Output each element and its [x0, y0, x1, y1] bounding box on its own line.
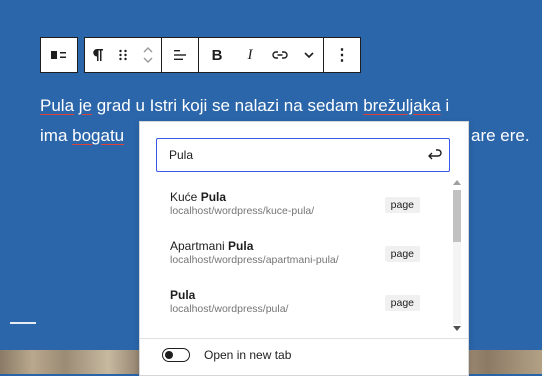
result-type-badge: page [384, 295, 420, 311]
popover-divider [140, 338, 468, 339]
result-title: Apartmani Pula [170, 239, 253, 253]
search-result[interactable]: Kuće Pula localhost/wordpress/kuce-pula/… [140, 190, 450, 234]
link-button[interactable] [265, 38, 295, 72]
link-popover: Kuće Pula localhost/wordpress/kuce-pula/… [139, 121, 469, 376]
result-url: localhost/wordpress/pula/ [170, 303, 289, 315]
search-results: Kuće Pula localhost/wordpress/kuce-pula/… [140, 180, 450, 332]
scroll-down-icon[interactable] [453, 326, 461, 331]
submit-button[interactable] [419, 148, 449, 162]
move-updown-icon [143, 47, 153, 63]
paragraph-line-1: Pula je grad u Istri koji se nalazi na s… [40, 91, 540, 121]
more-formats-button[interactable] [295, 38, 323, 72]
formatting-group: B I ⋮ [84, 37, 361, 73]
text-run: ima [40, 126, 73, 145]
result-url: localhost/wordpress/kuce-pula/ [170, 205, 315, 217]
result-url: localhost/wordpress/apartmani-pula/ [170, 254, 339, 266]
result-type-badge: page [384, 246, 420, 262]
spell-word: Pula [40, 96, 75, 115]
text-run: i [440, 96, 450, 115]
new-tab-toggle[interactable] [162, 348, 190, 362]
block-switcher-group [40, 37, 78, 73]
enter-icon [428, 149, 442, 160]
new-tab-label: Open in new tab [204, 348, 292, 362]
spell-word: brežuljaka [363, 96, 441, 115]
link-search-field [156, 138, 450, 172]
new-tab-setting: Open in new tab [162, 348, 291, 362]
link-icon [272, 51, 288, 59]
block-toolbar: B I ⋮ [40, 37, 361, 73]
block-type-button[interactable] [41, 38, 77, 72]
drag-handle[interactable] [111, 38, 135, 72]
move-up-down-button[interactable] [135, 38, 161, 72]
result-type-badge: page [384, 197, 420, 213]
scroll-thumb[interactable] [453, 190, 461, 242]
results-scrollbar[interactable] [451, 180, 463, 332]
result-title-prefix: Kuće [170, 190, 201, 204]
link-search-input[interactable] [157, 139, 419, 171]
paragraph-icon [93, 49, 103, 61]
toggle-knob [165, 351, 173, 359]
align-left-icon [51, 51, 66, 59]
text-align-icon [174, 50, 186, 60]
spell-word: je [78, 96, 92, 115]
result-title-prefix: Apartmani [170, 239, 229, 253]
more-options-button[interactable]: ⋮ [324, 38, 360, 72]
bold-button[interactable]: B [199, 38, 235, 72]
result-title: Kuće Pula [170, 190, 226, 204]
scroll-up-icon[interactable] [453, 180, 461, 185]
text-align-button[interactable] [162, 38, 198, 72]
drag-handle-icon [119, 49, 127, 61]
result-title-match: Pula [170, 288, 196, 302]
result-title: Pula [170, 288, 195, 302]
italic-button[interactable]: I [235, 38, 265, 72]
separator-line [10, 322, 36, 324]
text-run-end: are ere. [471, 126, 530, 145]
result-title-match: Pula [228, 239, 254, 253]
search-result[interactable]: Apartmani Pula localhost/wordpress/apart… [140, 239, 450, 283]
result-title-match: Pula [200, 190, 227, 204]
search-result[interactable]: Pula localhost/wordpress/pula/ page [140, 288, 450, 332]
text-run: grad u Istri koji se nalazi na sedam [92, 96, 364, 115]
chevron-down-icon [304, 52, 314, 59]
paragraph-button[interactable] [85, 38, 111, 72]
spell-word: bogatu [72, 126, 125, 145]
